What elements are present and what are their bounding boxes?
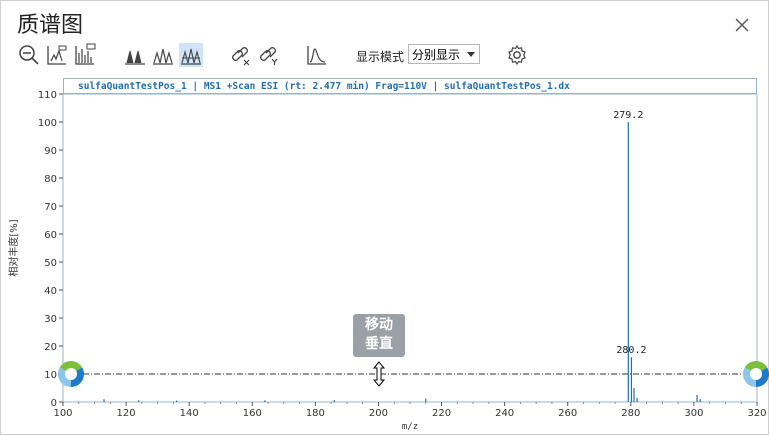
- x-tick-label: 220: [432, 408, 451, 419]
- spectrum-chart[interactable]: 0102030405060708090100110100 120 140 160 180…: [1, 1, 769, 436]
- y-tick-label: 90: [44, 146, 57, 157]
- x-tick-label: 240: [495, 408, 514, 419]
- plot-header: sulfaQuantTestPos_1 | MS1 +Scan ESI (rt:…: [63, 78, 757, 94]
- y-tick-label: 20: [44, 342, 57, 353]
- x-tick-label: 160: [243, 408, 262, 419]
- move-vertical-hint: 移动 垂直: [353, 314, 405, 357]
- y-tick-label: 110: [38, 90, 57, 101]
- y-tick-label: 10: [44, 370, 57, 381]
- x-tick-label: 320: [747, 408, 766, 419]
- y-tick-label: 80: [44, 174, 57, 185]
- x-tick-label: 280: [621, 408, 640, 419]
- y-axis-label: 相对丰度[%]: [7, 219, 20, 276]
- x-tick-label: 100: [53, 408, 72, 419]
- x-tick-label: 300: [684, 408, 703, 419]
- peak-label: 280.2: [616, 345, 646, 356]
- x-tick-label: 200: [369, 408, 388, 419]
- peak-label: 279.2: [613, 110, 643, 121]
- y-tick-label: 40: [44, 286, 57, 297]
- plot-area: [62, 93, 758, 403]
- y-tick-label: 60: [44, 230, 57, 241]
- right-threshold-handle[interactable]: [743, 361, 769, 387]
- y-tick-label: 50: [44, 258, 57, 269]
- x-tick-label: 120: [117, 408, 136, 419]
- mass-spectrum-window: 质谱图 显示模式 分别显示 0 10 20 30 40 50 60 70 80 …: [0, 0, 769, 435]
- hint-line-2: 垂直: [365, 336, 393, 352]
- x-tick-label: 260: [558, 408, 577, 419]
- hint-line-1: 移动: [365, 317, 393, 333]
- y-tick-label: 30: [44, 314, 57, 325]
- x-axis-label: m/z: [402, 422, 418, 432]
- handle-center: [750, 368, 762, 380]
- x-tick-label: 140: [180, 408, 199, 419]
- y-tick-label: 70: [44, 202, 57, 213]
- x-tick-label: 180: [306, 408, 325, 419]
- left-threshold-handle[interactable]: [58, 361, 84, 387]
- y-tick-label: 100: [38, 118, 57, 129]
- handle-center: [65, 368, 77, 380]
